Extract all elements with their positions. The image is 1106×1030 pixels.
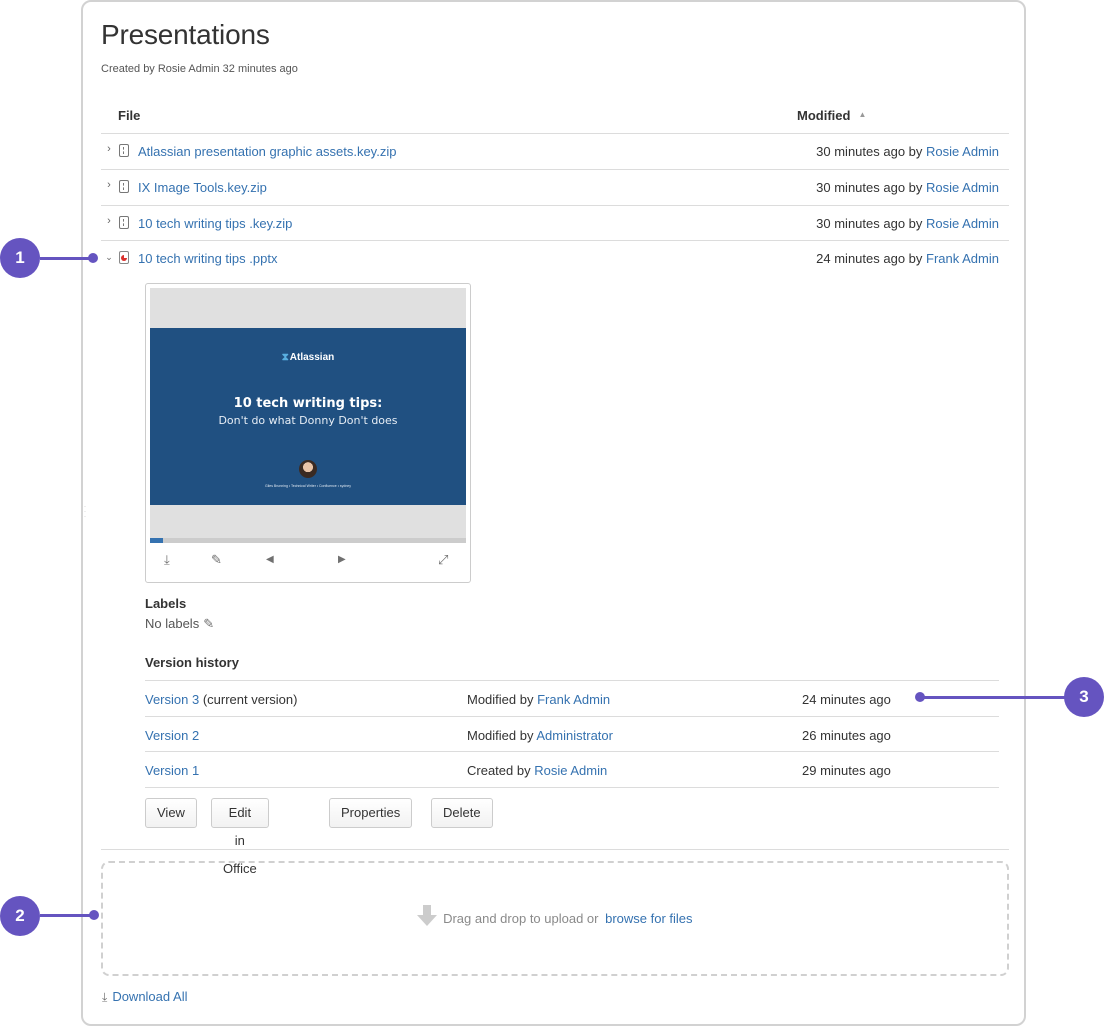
callout-line-2 <box>40 914 94 917</box>
file-row: › 10 tech writing tips .key.zip 30 minut… <box>101 206 1009 241</box>
zip-file-icon <box>119 180 129 193</box>
delete-button[interactable]: Delete <box>431 798 493 828</box>
version-row: Version 2 Modified by Administrator 26 m… <box>145 717 999 753</box>
logo-text: Atlassian <box>289 352 335 363</box>
column-header-modified[interactable]: Modified ▲ <box>797 108 866 123</box>
file-row-expanded: ⌄ 10 tech writing tips .pptx 24 minutes … <box>101 241 1009 276</box>
view-button[interactable]: View <box>145 798 197 828</box>
upload-text: Drag and drop to upload or <box>443 911 599 926</box>
modified-info: 30 minutes ago by Rosie Admin <box>816 180 999 195</box>
slide-subtitle: Don't do what Donny Don't does <box>218 414 398 427</box>
labels-value: No labels ✎ <box>145 616 214 632</box>
file-link[interactable]: Atlassian presentation graphic assets.ke… <box>138 144 396 159</box>
current-version-note: (current version) <box>202 692 298 707</box>
user-link[interactable]: Frank Admin <box>926 251 999 266</box>
file-link[interactable]: 10 tech writing tips .key.zip <box>138 216 292 231</box>
chevron-right-icon[interactable]: › <box>104 215 114 227</box>
preview-controls: ⤓ ✎ ◀ ▶ ⤢ <box>150 546 466 576</box>
version-history-heading: Version history <box>145 655 239 670</box>
user-link[interactable]: Rosie Admin <box>534 763 607 778</box>
preview-stage[interactable]: ⧗Atlassian 10 tech writing tips: Don't d… <box>150 288 466 538</box>
download-all[interactable]: ⤓ Download All <box>102 989 187 1005</box>
file-preview: ⧗Atlassian 10 tech writing tips: Don't d… <box>145 283 471 583</box>
pencil-icon[interactable]: ✎ <box>211 552 222 568</box>
modified-info: 24 minutes ago by Frank Admin <box>816 251 999 266</box>
slide-progress-bar <box>150 538 466 543</box>
callout-badge-3: 3 <box>1064 677 1104 717</box>
callout-line-1 <box>40 257 92 260</box>
version-link[interactable]: Version 3 <box>145 692 199 707</box>
column-header-file[interactable]: File <box>118 108 140 123</box>
download-arrow-icon <box>417 905 438 927</box>
column-header-modified-label: Modified <box>797 108 851 123</box>
version-time: 24 minutes ago <box>802 692 891 707</box>
callout-line-3 <box>919 696 1066 699</box>
file-row: › Atlassian presentation graphic assets.… <box>101 134 1009 169</box>
labels-heading: Labels <box>145 596 187 611</box>
version-row: Version 3 (current version) Modified by … <box>145 681 999 717</box>
chevron-right-icon[interactable]: › <box>104 179 114 191</box>
properties-button[interactable]: Properties <box>329 798 413 828</box>
slide-thumbnail: ⧗Atlassian 10 tech writing tips: Don't d… <box>150 328 466 505</box>
file-link[interactable]: IX Image Tools.key.zip <box>138 180 267 195</box>
user-link[interactable]: Rosie Admin <box>926 180 999 195</box>
upload-dropzone[interactable]: Drag and drop to upload or browse for fi… <box>101 861 1009 976</box>
resize-handle[interactable]: · · · <box>84 504 86 520</box>
callout-badge-2: 2 <box>0 896 40 936</box>
user-link[interactable]: Rosie Admin <box>926 216 999 231</box>
chevron-right-icon[interactable]: › <box>104 143 114 155</box>
version-action: Modified by <box>467 728 534 743</box>
next-slide-icon[interactable]: ▶ <box>338 552 346 568</box>
slide-title: 10 tech writing tips: <box>233 396 383 411</box>
edit-in-office-button[interactable]: Edit in Office <box>211 798 269 876</box>
slide-credits: Giles Brunning • Technical Writer • Conf… <box>264 484 352 488</box>
version-link[interactable]: Version 2 <box>145 728 199 743</box>
powerpoint-file-icon <box>119 251 129 264</box>
browse-files-link[interactable]: browse for files <box>605 911 692 926</box>
modified-text: 30 minutes ago by <box>816 216 923 231</box>
atlassian-logo: ⧗Atlassian <box>281 352 335 363</box>
modified-info: 30 minutes ago by Rosie Admin <box>816 216 999 231</box>
version-time: 26 minutes ago <box>802 728 891 743</box>
file-link[interactable]: 10 tech writing tips .pptx <box>138 251 277 266</box>
presenter-avatar <box>299 460 317 478</box>
no-labels-text: No labels <box>145 616 200 631</box>
previous-slide-icon[interactable]: ◀ <box>266 552 274 568</box>
slide-progress-fill <box>150 538 163 543</box>
download-icon: ⤓ <box>102 990 108 1004</box>
user-link[interactable]: Rosie Admin <box>926 144 999 159</box>
callout-dot-1 <box>88 253 98 263</box>
divider <box>101 849 1009 850</box>
version-time: 29 minutes ago <box>802 763 891 778</box>
fullscreen-icon[interactable]: ⤢ <box>438 552 448 568</box>
page-title: Presentations <box>101 19 270 50</box>
version-row: Version 1 Created by Rosie Admin 29 minu… <box>145 752 999 788</box>
modified-text: 30 minutes ago by <box>816 144 923 159</box>
upload-prompt: Drag and drop to upload or browse for fi… <box>103 905 1007 927</box>
callout-dot-3 <box>915 692 925 702</box>
callout-badge-1: 1 <box>0 238 40 278</box>
sort-ascending-icon[interactable]: ▲ <box>858 110 866 119</box>
callout-dot-2 <box>89 910 99 920</box>
edit-labels-pencil-icon[interactable]: ✎ <box>203 616 214 631</box>
file-row: › IX Image Tools.key.zip 30 minutes ago … <box>101 170 1009 205</box>
version-action: Created by <box>467 763 531 778</box>
divider <box>145 787 999 788</box>
download-icon[interactable]: ⤓ <box>164 552 170 568</box>
download-all-link[interactable]: Download All <box>112 989 187 1004</box>
page-byline: Created by Rosie Admin 32 minutes ago <box>101 63 298 75</box>
zip-file-icon <box>119 216 129 229</box>
modified-text: 24 minutes ago by <box>816 251 923 266</box>
user-link[interactable]: Frank Admin <box>537 692 610 707</box>
chevron-down-icon[interactable]: ⌄ <box>104 252 114 263</box>
zip-file-icon <box>119 144 129 157</box>
user-link[interactable]: Administrator <box>536 728 613 743</box>
modified-info: 30 minutes ago by Rosie Admin <box>816 144 999 159</box>
version-action: Modified by <box>467 692 534 707</box>
version-link[interactable]: Version 1 <box>145 763 199 778</box>
modified-text: 30 minutes ago by <box>816 180 923 195</box>
